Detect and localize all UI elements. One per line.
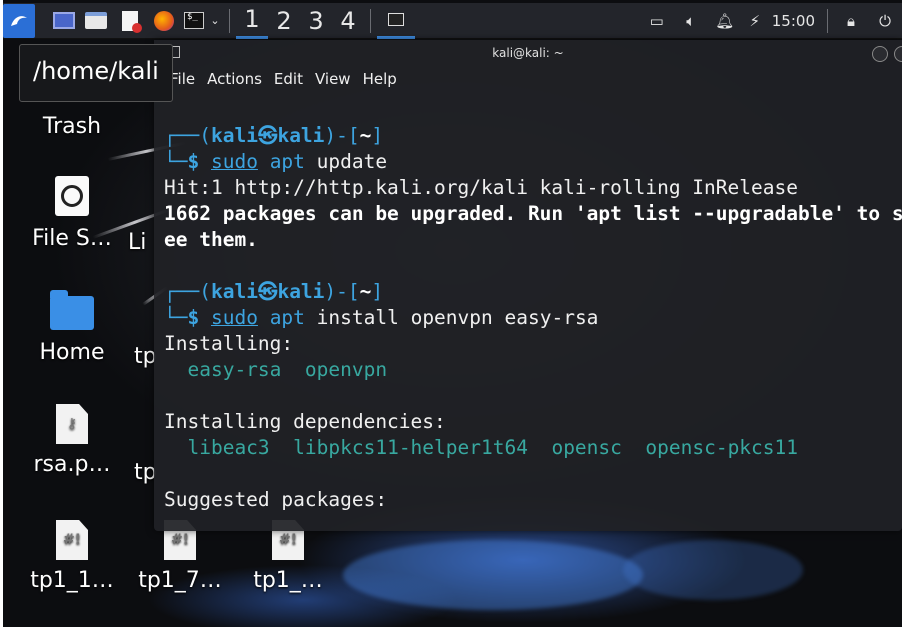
terminal-output[interactable]: ┌──(kali㉿kali)-[~] └─$ sudo apt update Hit… [164, 123, 902, 513]
desktop-icon-label: rsa.p… [33, 452, 111, 477]
key-file-icon: ⚷ [56, 404, 88, 444]
file-manager-icon[interactable] [79, 3, 113, 39]
output-line: ee them. [164, 228, 258, 251]
desktop-icon-partial[interactable]: tp [134, 460, 156, 485]
display-icon[interactable]: ▭ [640, 12, 674, 30]
package-list: libeac3 libpkcs11-helper1t64 opensc open… [187, 436, 799, 459]
prompt-line: ┌──(kali㉿kali)-[~] [164, 124, 384, 147]
volume-icon[interactable]: 🔈︎ [674, 12, 708, 30]
workspace-3[interactable]: 3 [300, 3, 332, 39]
desktop-icon-label: tp [134, 344, 156, 369]
output-line: Installing: [164, 332, 294, 355]
output-line: 1662 packages can be upgraded. Run 'apt … [164, 202, 902, 225]
workspace-4[interactable]: 4 [332, 3, 364, 39]
terminal-window[interactable]: kali@kali: ~ File Actions Edit View Help… [154, 40, 902, 531]
desktop-icon-label: Home [39, 340, 105, 365]
logout-icon[interactable]: ⏻ [868, 12, 902, 30]
panel-separator [827, 8, 828, 33]
taskbar-terminal-window[interactable] [377, 3, 415, 39]
prompt-line: ┌──(kali㉿kali)-[~] [164, 280, 384, 303]
water-glow [623, 540, 803, 600]
clock[interactable]: 15:00 [772, 12, 815, 30]
top-panel: $_ ⌄ 1 2 3 4 ▭ 🔈︎ 🔔︎ ⚡︎ 15:00 🔒︎ ⏻ [3, 3, 902, 39]
workspace-1[interactable]: 1 [236, 3, 268, 39]
terminal-launcher-icon[interactable]: $_ [181, 3, 207, 39]
output-line: Hit:1 http://http.kali.org/kali kali-rol… [164, 176, 798, 199]
desktop-icon-label: tp [134, 460, 156, 485]
desktop-icon-label: Trash [42, 114, 102, 139]
package-list: easy-rsa openvpn [187, 358, 388, 381]
desktop-icon-label: tp1_1… [30, 568, 114, 593]
panel-separator [370, 8, 371, 33]
show-desktop-icon[interactable] [49, 3, 79, 39]
water-glow [343, 540, 643, 610]
filesystem-icon [55, 176, 89, 216]
desktop-icon-partial[interactable]: Li [128, 230, 156, 255]
desktop-icon-label: tp1_… [253, 568, 323, 593]
minimize-button[interactable] [872, 46, 888, 62]
desktop-icon-filesystem[interactable]: File S… [20, 176, 124, 251]
desktop-icon-label: Li [128, 230, 147, 255]
panel-separator [229, 8, 230, 33]
menu-edit[interactable]: Edit [268, 66, 309, 94]
text-editor-icon[interactable] [113, 3, 147, 39]
command-line: └─$ sudo apt install openvpn easy-rsa [164, 306, 599, 329]
script-file-icon: #! [56, 520, 88, 560]
lock-icon[interactable]: 🔒︎ [834, 12, 868, 30]
chevron-down-icon[interactable]: ⌄ [207, 3, 223, 39]
command-line: └─$ sudo apt update [164, 150, 388, 173]
notifications-bell-icon[interactable]: 🔔︎ [708, 12, 742, 30]
desktop-icon-tp1-1[interactable]: #! tp1_1… [20, 520, 124, 593]
terminal-menubar: File Actions Edit View Help [154, 66, 403, 94]
desktop-icon-label: tp1_7… [138, 568, 222, 593]
firefox-icon[interactable] [147, 3, 181, 39]
menu-help[interactable]: Help [357, 66, 403, 94]
desktop-icon-label: File S… [32, 226, 112, 251]
desktop-icon-rsa[interactable]: ⚷ rsa.p… [20, 404, 124, 477]
terminal-title: kali@kali: ~ [492, 46, 564, 60]
output-line: Installing dependencies: [164, 410, 446, 433]
menu-view[interactable]: View [309, 66, 357, 94]
workspace-2[interactable]: 2 [268, 3, 300, 39]
power-status-icon[interactable]: ⚡︎ [742, 12, 768, 30]
menu-actions[interactable]: Actions [201, 66, 268, 94]
kali-menu-icon[interactable] [3, 3, 35, 38]
path-tooltip: /home/kali [19, 44, 173, 102]
home-folder-icon [50, 290, 94, 330]
desktop-icon-partial[interactable]: tp [134, 344, 156, 369]
desktop-icon-home[interactable]: Home [20, 290, 124, 365]
output-line: Suggested packages: [164, 488, 388, 511]
